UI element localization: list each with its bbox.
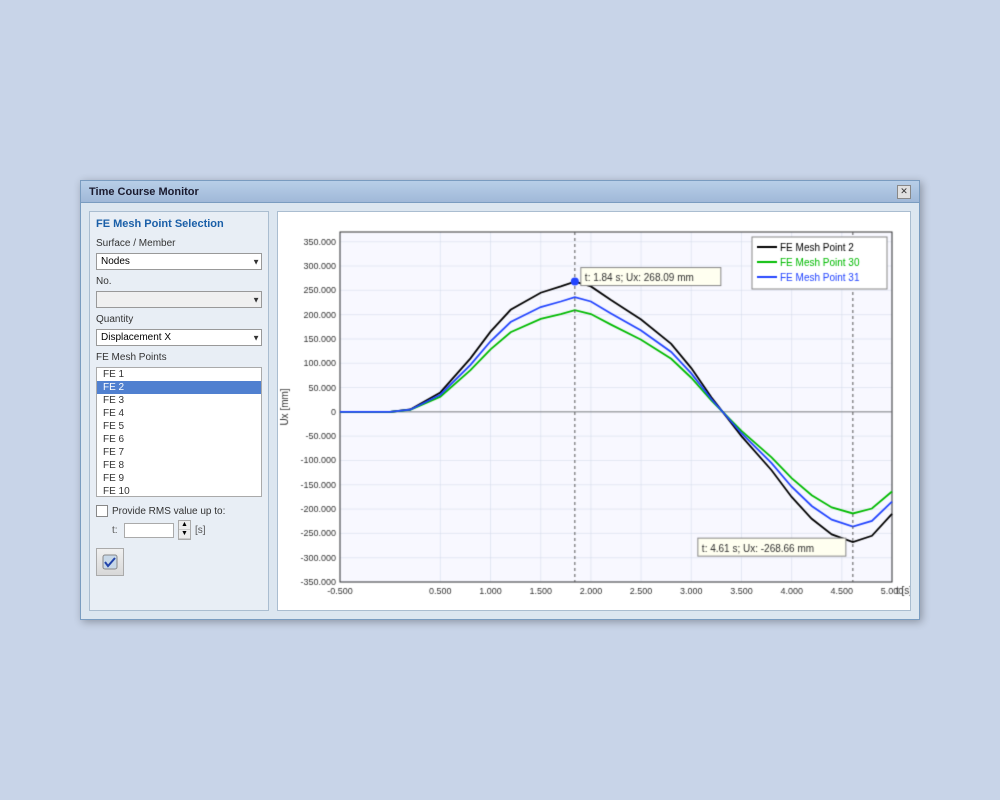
rms-t-label: t: — [112, 525, 120, 536]
rms-checkbox[interactable] — [96, 505, 108, 517]
chart-area — [277, 211, 911, 611]
panel-title: FE Mesh Point Selection — [96, 218, 262, 230]
rms-checkbox-row: Provide RMS value up to: — [96, 505, 262, 517]
rms-unit: [s] — [195, 525, 206, 536]
apply-button[interactable] — [96, 548, 124, 576]
mesh-points-list[interactable]: FE 1FE 2FE 3FE 4FE 5FE 6FE 7FE 8FE 9FE 1… — [96, 367, 262, 497]
list-item[interactable]: FE 5 — [97, 420, 261, 433]
quantity-dropdown[interactable]: Displacement X — [96, 329, 262, 346]
no-dropdown[interactable] — [96, 291, 262, 308]
list-item[interactable]: FE 1 — [97, 368, 261, 381]
rms-value-row: t: ▲ ▼ [s] — [112, 520, 262, 540]
left-panel: FE Mesh Point Selection Surface / Member… — [89, 211, 269, 611]
nodes-dropdown[interactable]: Nodes — [96, 253, 262, 270]
rms-spinner[interactable]: ▲ ▼ — [178, 520, 191, 540]
list-item[interactable]: FE 3 — [97, 394, 261, 407]
surface-member-label: Surface / Member — [96, 238, 262, 249]
mesh-points-label: FE Mesh Points — [96, 352, 262, 363]
title-bar: Time Course Monitor ✕ — [81, 181, 919, 203]
no-label: No. — [96, 276, 262, 287]
list-item[interactable]: FE 6 — [97, 433, 261, 446]
no-dropdown-container: ▼ — [96, 291, 262, 308]
quantity-label: Quantity — [96, 314, 262, 325]
nodes-dropdown-container: Nodes ▼ — [96, 253, 262, 270]
list-item[interactable]: FE 9 — [97, 472, 261, 485]
window-title: Time Course Monitor — [89, 186, 199, 198]
list-item[interactable]: FE 8 — [97, 459, 261, 472]
rms-label: Provide RMS value up to: — [112, 506, 225, 517]
rms-time-input[interactable] — [124, 523, 174, 538]
main-window: Time Course Monitor ✕ FE Mesh Point Sele… — [80, 180, 920, 620]
rms-section: Provide RMS value up to: t: ▲ ▼ [s] — [96, 505, 262, 540]
chart-canvas — [278, 212, 911, 611]
list-item[interactable]: FE 10 — [97, 485, 261, 497]
list-item[interactable]: FE 4 — [97, 407, 261, 420]
apply-icon — [101, 553, 119, 571]
quantity-dropdown-container: Displacement X ▼ — [96, 329, 262, 346]
spinner-down-icon[interactable]: ▼ — [179, 530, 190, 539]
spinner-up-icon[interactable]: ▲ — [179, 521, 190, 530]
list-item[interactable]: FE 2 — [97, 381, 261, 394]
content-area: FE Mesh Point Selection Surface / Member… — [81, 203, 919, 619]
list-item[interactable]: FE 7 — [97, 446, 261, 459]
close-button[interactable]: ✕ — [897, 185, 911, 199]
